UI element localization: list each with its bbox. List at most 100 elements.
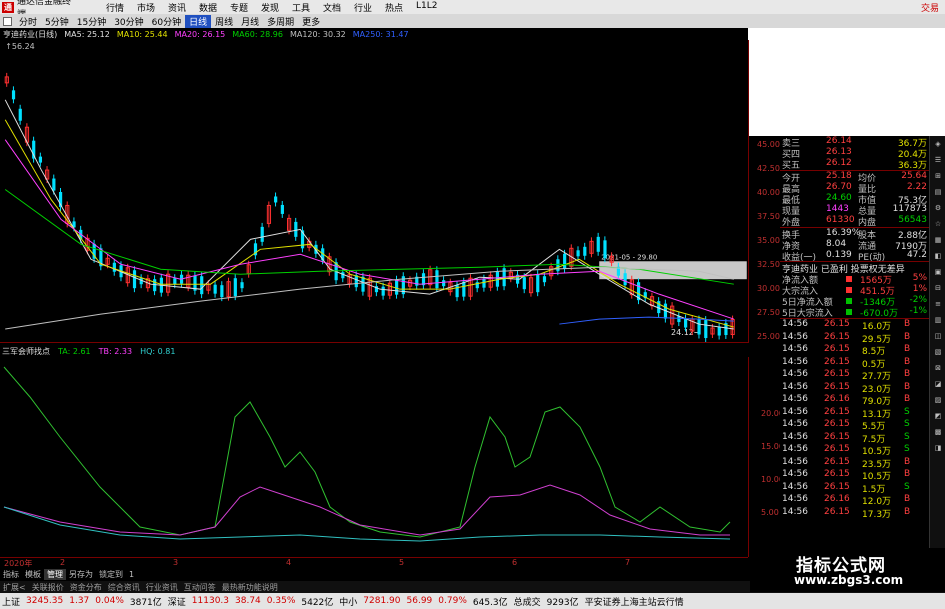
candle-body [233, 278, 237, 297]
extension-tab-3[interactable]: 综合资讯 [105, 582, 143, 593]
period-tab-7[interactable]: 月线 [237, 15, 263, 28]
extension-tab-1[interactable]: 关联报价 [29, 582, 67, 593]
period-tab-9[interactable]: 更多 [298, 15, 324, 28]
indicator-chart[interactable] [0, 357, 748, 557]
tick-time: 14:56 [782, 481, 808, 492]
menu-item-4[interactable]: 专题 [223, 1, 254, 14]
tick-direction: B [904, 456, 911, 467]
period-tab-0[interactable]: 分时 [15, 15, 41, 28]
indicator-tabs: 指标 模板 管理 另存为 锁定到 1 [0, 567, 748, 581]
tool-icon[interactable]: ☆ [932, 220, 944, 230]
candle-body [542, 276, 547, 283]
tool-icon[interactable]: ▣ [932, 268, 944, 278]
indicator-tab-2[interactable]: 管理 [44, 568, 66, 580]
period-tab-4[interactable]: 60分钟 [148, 15, 185, 28]
extension-tab-5[interactable]: 互动问答 [181, 582, 219, 593]
trade-button[interactable]: 交易 [921, 1, 939, 14]
period-tab-5[interactable]: 日线 [185, 14, 212, 28]
status-item: 1.37 [69, 596, 90, 606]
tool-icon[interactable]: ≡ [932, 300, 944, 310]
tool-icon[interactable]: ◫ [932, 332, 944, 342]
extension-tab-4[interactable]: 行业资讯 [143, 582, 181, 593]
tool-icon[interactable]: ⊟ [932, 284, 944, 294]
tick-time: 14:56 [782, 506, 808, 517]
menu-item-8[interactable]: 行业 [347, 1, 378, 14]
tool-icon[interactable]: ⊞ [932, 172, 944, 182]
tool-icon[interactable]: ⚙ [932, 204, 944, 214]
extension-tab-2[interactable]: 资金分布 [67, 582, 105, 593]
tool-icon[interactable]: ▩ [932, 428, 944, 438]
menu-item-3[interactable]: 数据 [192, 1, 223, 14]
tool-icon[interactable]: ◈ [932, 140, 944, 150]
price-axis: 45.00 42.50 40.00 37.50 35.00 32.50 30.00 27.50… [748, 40, 780, 343]
kline-chart[interactable]: ↑56.242021-05 - 29.8024.12→ [0, 40, 748, 343]
menu-item-0[interactable]: 行情 [99, 1, 130, 14]
indicator-tab-4[interactable]: 锁定到 [96, 569, 126, 580]
indicator-tab-0[interactable]: 指标 [0, 569, 22, 580]
tool-icon[interactable]: ◪ [932, 380, 944, 390]
period-tab-8[interactable]: 多周期 [263, 15, 298, 28]
menu-item-1[interactable]: 市场 [130, 1, 161, 14]
date-tick: 3 [173, 558, 179, 567]
menu-item-2[interactable]: 资讯 [161, 1, 192, 14]
menu-item-5[interactable]: 发现 [254, 1, 285, 14]
candle-body [52, 178, 56, 191]
tool-icon[interactable]: ◧ [932, 252, 944, 262]
status-item: 5422亿 [301, 597, 334, 608]
candle-body [132, 270, 137, 289]
candle-body [173, 278, 177, 285]
status-item: 9293亿 [546, 597, 579, 608]
tool-icon[interactable]: ☰ [932, 156, 944, 166]
status-item: 0.35% [266, 596, 296, 606]
tool-icon[interactable]: ▨ [932, 396, 944, 406]
tool-icon[interactable]: ▥ [932, 316, 944, 326]
period-tab-1[interactable]: 5分钟 [41, 15, 73, 28]
menu-item-7[interactable]: 文档 [316, 1, 347, 14]
menu-item-10[interactable]: L1L2 [409, 1, 440, 14]
candle-body [354, 275, 358, 288]
tool-icon[interactable]: ▧ [932, 348, 944, 358]
indicator-name[interactable]: 三军会师找点 [2, 346, 50, 357]
stat-value: 8.04 [826, 239, 847, 249]
status-item: 11130.3 [191, 596, 230, 606]
tool-icon[interactable]: ◨ [932, 444, 944, 454]
indicator-axis: 20.00 15.00 10.00 5.00 [748, 357, 784, 557]
tick-time: 14:56 [782, 356, 808, 367]
tick-price: 26.15 [824, 456, 850, 467]
tool-icon[interactable]: ⊠ [932, 364, 944, 374]
indicator-tab-1[interactable]: 模板 [22, 569, 44, 580]
indicator-tab-5[interactable]: 1 [126, 570, 137, 579]
extension-tab-6[interactable]: 最热新功能说明 [219, 582, 281, 593]
tool-icon[interactable]: ◩ [932, 412, 944, 422]
status-item: 0.79% [438, 596, 467, 606]
candle-body [280, 204, 284, 214]
tick-direction: B [904, 369, 911, 379]
ta-line [3, 366, 731, 538]
tick-volume: 10.5万 [862, 447, 892, 457]
candle-body [294, 221, 298, 237]
tick-direction: S [904, 406, 910, 417]
high-price-label: ↑56.24 [5, 42, 34, 51]
quote-row: 5日大宗流入 -670.0万 -1% [780, 306, 929, 319]
extension-tab-0[interactable]: 扩展< [0, 582, 29, 593]
hq-line [3, 506, 731, 542]
date-tick: 6 [512, 558, 518, 567]
quote-row: 14:56 26.16 79.0万 B [780, 394, 929, 407]
menu-item-6[interactable]: 工具 [285, 1, 316, 14]
date-tick: 4 [286, 558, 292, 567]
tick-volume: 5.5万 [862, 422, 886, 432]
tool-icon[interactable]: ▤ [932, 188, 944, 198]
tool-icon[interactable]: ▦ [932, 236, 944, 246]
period-tab-2[interactable]: 15分钟 [73, 15, 110, 28]
menu-item-9[interactable]: 热点 [378, 1, 409, 14]
tick-volume: 29.5万 [862, 334, 892, 345]
indicator-tab-3[interactable]: 另存为 [66, 569, 96, 580]
period-tab-6[interactable]: 周线 [211, 15, 237, 28]
quote-row: 14:56 26.15 23.0万 B [780, 382, 929, 395]
tick-volume: 13.1万 [862, 409, 892, 420]
checkbox-icon[interactable] [3, 16, 12, 26]
candle-body [260, 226, 264, 242]
indicator-value-1: TB: 2.33 [98, 346, 133, 356]
tick-direction: B [904, 356, 911, 367]
period-tab-3[interactable]: 30分钟 [110, 15, 147, 28]
